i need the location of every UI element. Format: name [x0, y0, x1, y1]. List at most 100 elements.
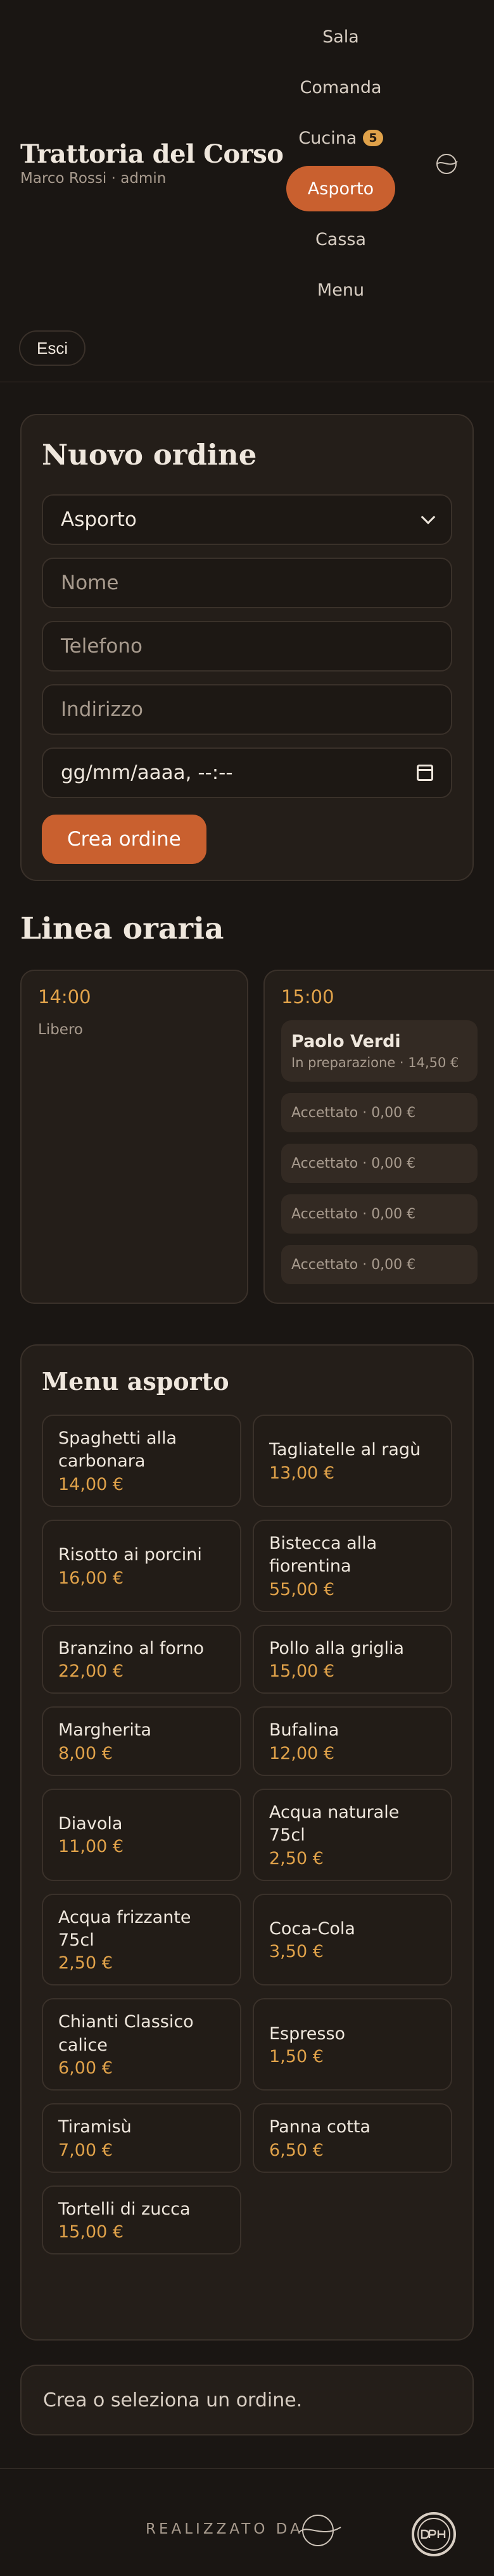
menu-item[interactable]: Coca-Cola 3,50 € — [253, 1893, 452, 1986]
timeline-status: Libero — [38, 1022, 83, 1038]
menu-item[interactable]: Bufalina 12,00 € — [253, 1706, 452, 1776]
menu-grid: Spaghetti alla carbonara 14,00 € Tagliate… — [42, 1415, 452, 2255]
menu-item-price: 2,50 € — [269, 1848, 324, 1868]
menu-item-price: 15,00 € — [58, 2222, 124, 2242]
menu-item-name: Bufalina — [269, 1720, 339, 1741]
nav-label: Asporto — [307, 178, 374, 199]
nav-label: Menu — [317, 280, 365, 300]
menu-item-price: 22,00 € — [58, 1661, 124, 1682]
calendar-icon[interactable] — [417, 765, 433, 781]
dph-logo-icon[interactable] — [410, 2511, 457, 2558]
menu-item-name: Pollo alla griglia — [269, 1638, 405, 1658]
menu-item-price: 3,50 € — [269, 1942, 324, 1962]
menu-item-name: Margherita — [58, 1720, 152, 1741]
menu-item[interactable]: Acqua frizzante 75cl 2,50 € — [42, 1893, 241, 1986]
menu-item-price: 12,00 € — [269, 1743, 335, 1763]
menu-item[interactable]: Tortelli di zucca 15,00 € — [42, 2185, 241, 2255]
nav-label: Cucina — [298, 128, 357, 148]
menu-item[interactable]: Acqua naturale 75cl 2,50 € — [253, 1788, 452, 1881]
takeaway-menu-panel: Menu asporto Spaghetti alla carbonara 14,… — [20, 1344, 474, 2341]
menu-item[interactable]: Tagliatelle al ragù 13,00 € — [253, 1415, 452, 1507]
nav-item-cassa[interactable]: Cassa — [286, 216, 395, 262]
order-slot[interactable]: Accettato · 0,00 € — [281, 1245, 478, 1284]
menu-item-name: Espresso — [269, 2023, 346, 2044]
order-slot[interactable]: Accettato · 0,00 € — [281, 1194, 478, 1234]
menu-item[interactable]: Espresso 1,50 € — [253, 1998, 452, 2091]
nav-item-menu[interactable]: Menu — [286, 267, 395, 313]
menu-item-name: Diavola — [58, 1813, 123, 1834]
menu-item[interactable]: Chianti Classico calice 6,00 € — [42, 1998, 241, 2091]
menu-item[interactable]: Tiramisù 7,00 € — [42, 2103, 241, 2173]
datetime-input[interactable]: gg/mm/aaaa, --:-- — [42, 747, 452, 798]
name-placeholder: Nome — [61, 572, 119, 594]
order-status: In preparazione · 14,50 € — [291, 1055, 459, 1070]
datetime-placeholder: gg/mm/aaaa, --:-- — [61, 761, 233, 784]
menu-item-price: 6,00 € — [58, 2058, 113, 2079]
create-order-button[interactable]: Crea ordine — [42, 815, 206, 864]
menu-item-name: Branzino al forno — [58, 1638, 205, 1658]
timeline-title: Linea oraria — [20, 911, 224, 946]
status-panel: Crea o seleziona un ordine. — [20, 2365, 474, 2435]
order-type-select[interactable]: Asporto — [42, 494, 452, 545]
new-order-panel: Nuovo ordine Asporto Nome Telefono Indir… — [20, 414, 474, 881]
made-by-label: REALIZZATO DA — [146, 2521, 303, 2537]
menu-item[interactable]: Panna cotta 6,50 € — [253, 2103, 452, 2173]
order-card[interactable]: Paolo Verdi In preparazione · 14,50 € — [281, 1020, 478, 1082]
menu-item[interactable]: Margherita 8,00 € — [42, 1706, 241, 1776]
menu-item[interactable]: Branzino al forno 22,00 € — [42, 1624, 241, 1694]
nav-label: Sala — [322, 27, 359, 47]
new-order-title: Nuovo ordine — [42, 438, 257, 472]
menu-item[interactable]: Pollo alla griglia 15,00 € — [253, 1624, 452, 1694]
app-title: Trattoria del Corso — [20, 139, 284, 169]
status-message: Crea o seleziona un ordine. — [43, 2389, 303, 2411]
menu-item-name: Risotto ai porcini — [58, 1545, 202, 1565]
brand-mark-icon — [436, 154, 458, 174]
menu-item[interactable]: Spaghetti alla carbonara 14,00 € — [42, 1415, 241, 1507]
menu-item-name: Tagliatelle al ragù — [269, 1440, 421, 1460]
menu-item-name: Acqua naturale 75cl — [269, 1802, 400, 1846]
nav-label: Comanda — [300, 77, 382, 97]
menu-item-name: Tortelli di zucca — [58, 2199, 191, 2219]
timeline-time: 14:00 — [38, 986, 91, 1008]
nav-item-cucina[interactable]: Cucina 5 — [286, 115, 395, 161]
timeline-column-1500[interactable]: 15:00 Paolo Verdi In preparazione · 14,5… — [263, 970, 494, 1304]
order-slot[interactable]: Accettato · 0,00 € — [281, 1144, 478, 1183]
order-slot[interactable]: Accettato · 0,00 € — [281, 1093, 478, 1132]
current-user: Marco Rossi · admin — [20, 170, 167, 187]
address-placeholder: Indirizzo — [61, 698, 143, 721]
studio-logo-icon[interactable] — [296, 2511, 342, 2550]
chevron-down-icon — [421, 510, 436, 525]
menu-item-price: 2,50 € — [58, 1953, 113, 1973]
menu-item-price: 1,50 € — [269, 2047, 324, 2067]
menu-item[interactable]: Bistecca alla fiorentina 55,00 € — [253, 1519, 452, 1612]
brand: Trattoria del Corso Marco Rossi · admin — [20, 139, 284, 187]
nav-item-sala[interactable]: Sala — [286, 14, 395, 59]
menu-item-price: 13,00 € — [269, 1463, 335, 1483]
nav-item-asporto[interactable]: Asporto — [286, 166, 395, 211]
name-input[interactable]: Nome — [42, 558, 452, 608]
timeline-time: 15:00 — [281, 986, 334, 1008]
phone-placeholder: Telefono — [61, 635, 142, 658]
menu-item-name: Tiramisù — [58, 2117, 132, 2137]
menu-item-price: 16,00 € — [58, 1568, 124, 1588]
menu-title: Menu asporto — [42, 1367, 229, 1396]
app-header: Trattoria del Corso Marco Rossi · admin … — [0, 0, 494, 382]
logout-button[interactable]: Esci — [19, 330, 86, 366]
order-type-value: Asporto — [61, 508, 137, 531]
menu-item-name: Chianti Classico calice — [58, 2012, 194, 2055]
menu-item-name: Bistecca alla fiorentina — [269, 1533, 377, 1577]
nav-label: Cassa — [315, 229, 367, 249]
menu-item-price: 55,00 € — [269, 1579, 335, 1599]
nav-item-comanda[interactable]: Comanda — [286, 65, 395, 110]
menu-item[interactable]: Diavola 11,00 € — [42, 1788, 241, 1881]
phone-input[interactable]: Telefono — [42, 621, 452, 672]
menu-item[interactable]: Risotto ai porcini 16,00 € — [42, 1519, 241, 1612]
menu-item-name: Coca-Cola — [269, 1918, 355, 1939]
timeline-column-1400[interactable]: 14:00 Libero — [20, 970, 248, 1304]
menu-item-name: Panna cotta — [269, 2117, 371, 2137]
menu-item-price: 15,00 € — [269, 1661, 335, 1682]
menu-item-name: Acqua frizzante 75cl — [58, 1907, 191, 1950]
menu-item-price: 8,00 € — [58, 1743, 113, 1763]
footer: REALIZZATO DA — [0, 2468, 494, 2576]
address-input[interactable]: Indirizzo — [42, 684, 452, 735]
